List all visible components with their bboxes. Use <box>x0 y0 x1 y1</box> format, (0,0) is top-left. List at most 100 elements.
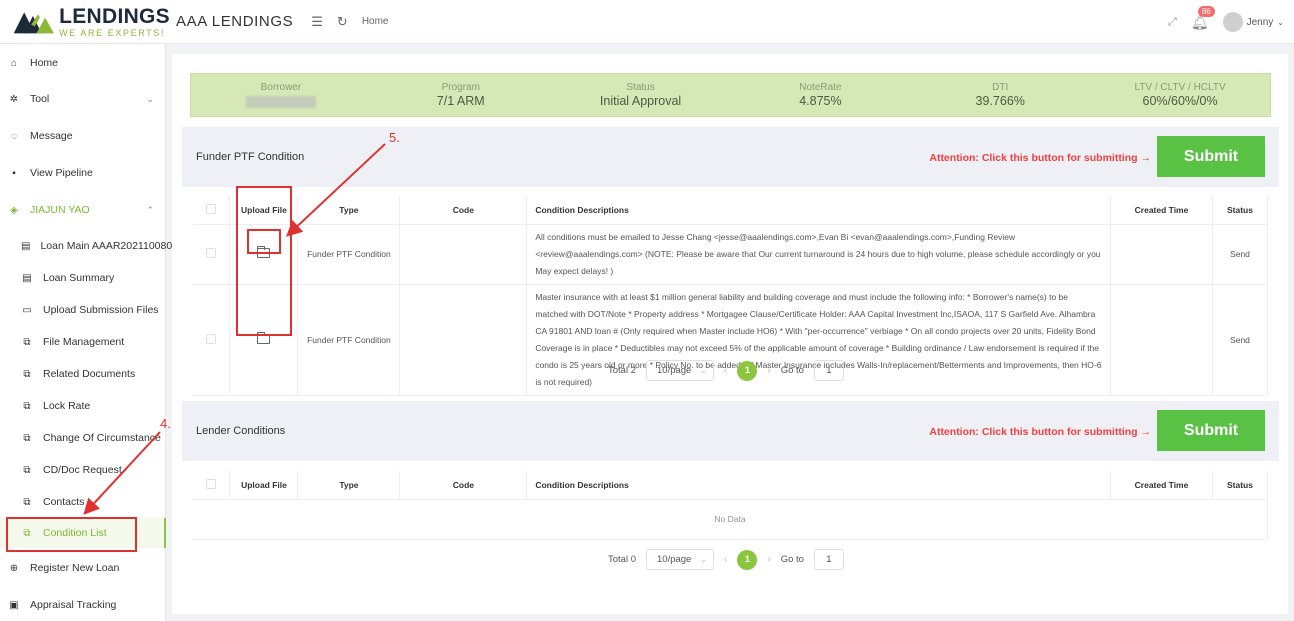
sidebar-item-contacts[interactable]: ⧉ Contacts <box>0 487 166 517</box>
summary-value: 4.875% <box>799 94 842 108</box>
sidebar-item-label: Loan Main AAAR20211008000 <box>40 240 184 252</box>
created-time <box>1110 224 1213 285</box>
sidebar-item-file-management[interactable]: ⧉ File Management <box>0 327 166 357</box>
page-size-select[interactable]: 10/page ⌄ <box>646 549 714 570</box>
refresh-icon[interactable]: ↻ <box>337 14 348 30</box>
attention-hint: Attention: Click this button for submitt… <box>929 426 1151 438</box>
summary-value: Initial Approval <box>599 94 682 108</box>
sidebar-item-message[interactable]: ◌ Message <box>0 121 166 151</box>
prev-page-icon[interactable]: ‹ <box>724 554 727 565</box>
chevron-down-icon: ⌄ <box>700 366 707 375</box>
sidebar-item-label: Lock Rate <box>43 400 91 412</box>
sidebar-item-label: Message <box>30 130 73 142</box>
sidebar-item-upload-submission-files[interactable]: ▭ Upload Submission Files <box>0 295 166 325</box>
sidebar-item-home[interactable]: ⌂ Home <box>0 48 166 78</box>
sidebar-item-label: Tool <box>30 93 50 105</box>
table-header-row: Upload File Type Code Condition Descript… <box>193 196 1269 225</box>
user-name: Jenny <box>1246 16 1274 28</box>
pipeline-icon: ▪ <box>12 167 16 179</box>
sidebar-item-appraisal-tracking[interactable]: ▣ Appraisal Tracking <box>0 590 166 620</box>
page-number[interactable]: 1 <box>737 360 758 381</box>
notification-badge: 86 <box>1197 5 1215 17</box>
summary-value: 7/1 ARM <box>436 94 485 108</box>
document-icon: ▤ <box>22 272 32 284</box>
logo[interactable]: LENDINGS WE ARE EXPERTS! <box>0 6 170 38</box>
folder-icon: ▭ <box>22 304 32 316</box>
lender-conditions-table: Upload File Type Code Condition Descript… <box>193 471 1269 540</box>
sidebar-item-register-new-loan[interactable]: ⊕ Register New Loan <box>0 553 166 583</box>
sidebar-item-label: JIAJUN YAO <box>30 204 90 216</box>
layers-icon: ◈ <box>10 204 18 216</box>
page-number[interactable]: 1 <box>737 549 758 570</box>
fullscreen-icon[interactable]: ⤢ <box>1168 16 1177 29</box>
column-header: Upload File <box>229 471 299 500</box>
funder-ptf-panel: Funder PTF Condition Attention: Click th… <box>182 127 1279 396</box>
sidebar-item-view-pipeline[interactable]: ▪ View Pipeline <box>0 158 166 188</box>
annotation-highlight-upload-icon <box>247 229 281 254</box>
goto-label: Go to <box>780 365 804 376</box>
next-page-icon[interactable]: › <box>767 365 770 376</box>
sidebar-item-label: View Pipeline <box>30 167 93 179</box>
select-all-checkbox[interactable] <box>206 203 217 214</box>
select-all-checkbox[interactable] <box>206 478 217 489</box>
column-header: Created Time <box>1110 471 1213 500</box>
sidebar-item-lock-rate[interactable]: ⧉ Lock Rate <box>0 391 166 421</box>
breadcrumb[interactable]: Home <box>362 16 389 27</box>
condition-status: Send <box>1212 224 1269 285</box>
chevron-down-icon: ⌄ <box>700 555 707 564</box>
created-time <box>1110 284 1213 396</box>
condition-code <box>399 224 528 285</box>
page-size-value: 10/page <box>657 554 692 565</box>
panel-title: Funder PTF Condition <box>196 151 305 163</box>
summary-value: 60%/60%/0% <box>1142 94 1218 108</box>
sidebar-item-loan-main[interactable]: ▤ Loan Main AAAR20211008000 <box>0 231 184 261</box>
summary-status: Status Initial Approval <box>551 74 731 116</box>
notification-bell-icon[interactable]: 🔔︎ 86 <box>1191 5 1215 31</box>
chevron-down-icon: ⌄ <box>146 93 154 104</box>
empty-text: No Data <box>193 499 1268 540</box>
submit-button[interactable]: Submit <box>1157 136 1265 177</box>
sidebar-item-tool[interactable]: ✲ Tool ⌄ <box>0 84 166 114</box>
app-title: AAA LENDINGS <box>176 13 294 30</box>
prev-page-icon[interactable]: ‹ <box>724 365 727 376</box>
redacted-name <box>245 96 316 108</box>
attention-hint: Attention: Click this button for submitt… <box>929 152 1151 164</box>
sidebar-item-change-of-circumstance[interactable]: ⧉ Change Of Circumstance <box>0 423 166 453</box>
row-checkbox[interactable] <box>206 248 217 258</box>
page-size-select[interactable]: 10/page ⌄ <box>646 360 714 381</box>
menu-toggle-icon[interactable]: ☰ <box>311 14 323 30</box>
sidebar-item-related-documents[interactable]: ⧉ Related Documents <box>0 359 166 389</box>
annotation-highlight-condition-list <box>6 517 137 552</box>
column-header: Code <box>399 471 528 500</box>
summary-program: Program 7/1 ARM <box>371 74 551 116</box>
summary-dti: DTI 39.766% <box>910 74 1090 116</box>
panel-title: Lender Conditions <box>196 425 286 437</box>
panel-header: Funder PTF Condition Attention: Click th… <box>182 127 1279 187</box>
column-header: Type <box>297 196 401 225</box>
summary-label: Program <box>441 82 480 93</box>
next-page-icon[interactable]: › <box>767 554 770 565</box>
goto-page-input[interactable]: 1 <box>813 549 844 570</box>
files-icon: ⧉ <box>23 496 31 508</box>
row-checkbox[interactable] <box>206 333 217 344</box>
sidebar-item-cd-doc-request[interactable]: ⧉ CD/Doc Request <box>0 455 166 485</box>
sidebar-item-borrower[interactable]: ◈ JIAJUN YAO ⌃ <box>0 195 166 225</box>
column-header: Condition Descriptions <box>526 471 1112 500</box>
avatar <box>1222 12 1243 32</box>
summary-label: LTV / CLTV / HCLTV <box>1134 82 1226 93</box>
summary-label: Status <box>626 82 655 93</box>
annotation-highlight-upload-column <box>236 186 292 336</box>
summary-value: 39.766% <box>975 94 1025 108</box>
column-header: Status <box>1212 196 1269 225</box>
user-menu[interactable]: Jenny ⌄ <box>1222 12 1284 32</box>
summary-noterate: NoteRate 4.875% <box>730 74 910 116</box>
sidebar-item-label: Contacts <box>43 496 85 508</box>
sidebar-item-label: CD/Doc Request <box>43 464 122 476</box>
goto-page-input[interactable]: 1 <box>813 360 844 381</box>
pagination: Total 2 10/page ⌄ ‹ 1 › Go to 1 <box>608 360 844 381</box>
submit-button[interactable]: Submit <box>1157 410 1265 451</box>
column-header: Created Time <box>1110 196 1213 225</box>
summary-label: Borrower <box>260 82 302 93</box>
sidebar-item-loan-summary[interactable]: ▤ Loan Summary <box>0 263 166 293</box>
files-icon: ⧉ <box>23 464 31 476</box>
